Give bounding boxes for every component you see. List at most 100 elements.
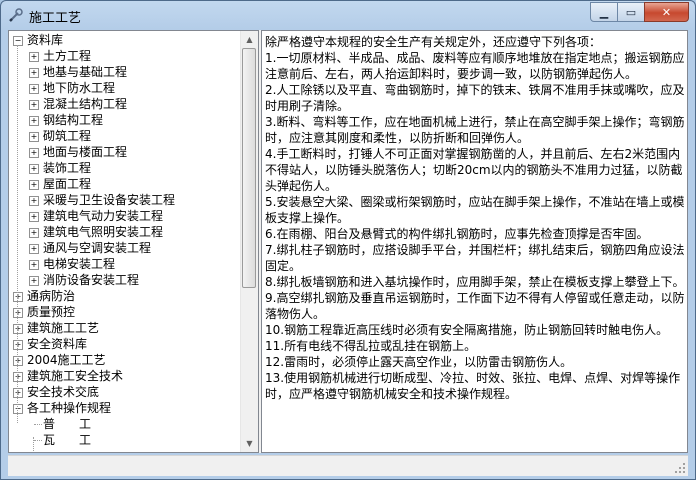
window-title: 施工工艺 (29, 11, 82, 26)
content-paragraph: 8.绑扎板墙钢筋和进入基坑操作时，应用脚手架，禁止在模板支撑上攀登上下。 (265, 275, 685, 289)
expand-icon[interactable]: + (13, 372, 23, 382)
tree-item[interactable]: + 钢结构工程 (9, 112, 241, 128)
tree-item[interactable]: + 安全技术交底 (9, 384, 241, 400)
content-paragraph: 10.钢筋工程靠近高压线时必须有安全隔离措施，防止钢筋回转时触电伤人。 (265, 323, 669, 337)
tree-item[interactable]: + 采暖与卫生设备安装工程 (9, 192, 241, 208)
tree-guide-line (33, 437, 34, 452)
tree-item[interactable]: + 建筑施工安全技术 (9, 368, 241, 384)
tree-item-label: 装饰工程 (43, 161, 92, 175)
expand-icon[interactable]: + (29, 148, 39, 158)
scroll-up-icon: ▲ (246, 35, 253, 44)
expand-icon[interactable]: + (13, 388, 23, 398)
expand-icon[interactable]: + (29, 132, 39, 142)
expand-icon[interactable]: + (29, 196, 39, 206)
tree-item[interactable]: + 砌筑工程 (9, 128, 241, 144)
tree-item[interactable]: + 消防设备安装工程 (9, 272, 241, 288)
tree-item[interactable]: 普 工 (9, 416, 241, 432)
tree-item[interactable]: + 安全资料库 (9, 336, 241, 352)
tree-guide-line (17, 45, 18, 423)
tree-item-label: 电梯安装工程 (43, 257, 116, 271)
tree-item[interactable]: + 装饰工程 (9, 160, 241, 176)
expand-icon[interactable]: + (29, 260, 39, 270)
expand-icon[interactable]: + (13, 340, 23, 350)
tree-item[interactable]: + 建筑电气动力安装工程 (9, 208, 241, 224)
tree-item-label: 瓦 工 (43, 433, 92, 447)
tree-item[interactable]: − 各工种操作规程 (9, 400, 241, 416)
expand-icon[interactable]: + (13, 356, 23, 366)
tree-item[interactable]: + 地基与基础工程 (9, 64, 241, 80)
maximize-button[interactable]: ▭ (617, 2, 645, 22)
tree-item-label: 各工种操作规程 (27, 401, 112, 415)
close-button[interactable]: ✕ (644, 2, 689, 22)
scroll-thumb[interactable] (242, 48, 256, 288)
content-text: 除严格遵守本规程的安全生产有关规定外，还应遵守下列各项： 1.一切原材料、半成品、… (265, 34, 685, 402)
content-paragraph: 3.断料、弯料等工作，应在地面机械上进行，禁止在高空脚手架上操作；弯钢筋时，应注… (265, 115, 685, 145)
expand-icon[interactable]: + (13, 324, 23, 334)
tree-item[interactable]: + 建筑电气照明安装工程 (9, 224, 241, 240)
content-paragraph: 12.雷雨时，必须停止露天高空作业，以防雷击钢筋伤人。 (265, 355, 573, 369)
tree-item[interactable]: + 通风与空调安装工程 (9, 240, 241, 256)
content-paragraph: 4.手工断料时，打锤人不可正面对掌握钢筋凿的人，并且前后、左右2米范围内不得站人… (265, 147, 683, 193)
expand-icon[interactable]: + (13, 292, 23, 302)
tree-item[interactable]: + 通病防治 (9, 288, 241, 304)
expand-icon[interactable]: + (29, 100, 39, 110)
expand-icon[interactable]: + (29, 276, 39, 286)
tree-item[interactable]: + 混凝土结构工程 (9, 96, 241, 112)
tree-item[interactable]: + 地下防水工程 (9, 80, 241, 96)
tree-item-label: 地基与基础工程 (43, 65, 128, 79)
tree-item-label: 安全资料库 (27, 337, 88, 351)
tree-connector (34, 440, 42, 441)
tree-item-label: 通风与空调安装工程 (43, 241, 152, 255)
content-paragraph: 11.所有电线不得乱拉或乱挂在钢筋上。 (265, 339, 477, 353)
tree-item[interactable]: + 电梯安装工程 (9, 256, 241, 272)
tree-scrollbar[interactable]: ▲ ▼ (240, 31, 258, 452)
minimize-icon: ▁ (599, 5, 609, 19)
expand-icon[interactable]: + (29, 244, 39, 254)
title-bar[interactable]: 施工工艺 ▁ ▭ ✕ (1, 1, 695, 29)
content-paragraph: 9.高空绑扎钢筋及垂直吊运钢筋时，工作面下边不得有人停留或任意走动，以防落物伤人… (265, 291, 685, 321)
tree-item-label: 通病防治 (27, 289, 76, 303)
tree-item[interactable]: + 地面与楼面工程 (9, 144, 241, 160)
client-area: − 资料库 + 土方工程 + 地基与基础工程 + 地下防水工程 + 混凝土结构工程 + 钢结构工程 + 砌… (8, 30, 688, 453)
tree-item-label: 地面与楼面工程 (43, 145, 128, 159)
expand-icon[interactable]: + (13, 308, 23, 318)
expand-icon[interactable]: + (29, 180, 39, 190)
tree-item-label: 屋面工程 (43, 177, 92, 191)
scroll-down-button[interactable]: ▼ (241, 435, 258, 452)
tree-item[interactable]: + 土方工程 (9, 48, 241, 64)
content-pane[interactable]: 除严格遵守本规程的安全生产有关规定外，还应遵守下列各项： 1.一切原材料、半成品、… (261, 30, 688, 453)
tree-item-label: 土方工程 (43, 49, 92, 63)
maximize-icon: ▭ (625, 5, 637, 19)
content-paragraph: 1.一切原材料、半成品、成品、废料等应有顺序地堆放在指定地点；搬运钢筋应注意前后… (265, 51, 685, 81)
expand-icon[interactable]: + (29, 84, 39, 94)
tree-item[interactable]: 瓦 工 (9, 432, 241, 448)
collapse-icon[interactable]: − (13, 36, 23, 46)
tree-connector (34, 424, 42, 425)
scroll-up-button[interactable]: ▲ (241, 31, 258, 48)
tree-item-label: 建筑电气动力安装工程 (43, 209, 164, 223)
close-icon: ✕ (661, 5, 672, 19)
expand-icon[interactable]: + (29, 52, 39, 62)
caption-buttons: ▁ ▭ ✕ (590, 2, 689, 22)
tree-item-label: 采暖与卫生设备安装工程 (43, 193, 176, 207)
content-intro: 除严格遵守本规程的安全生产有关规定外，还应遵守下列各项： (265, 35, 602, 49)
tree-item[interactable]: + 建筑施工工艺 (9, 320, 241, 336)
expand-icon[interactable]: + (29, 164, 39, 174)
expand-icon[interactable]: + (29, 116, 39, 126)
content-paragraph: 2.人工除锈以及平直、弯曲钢筋时，掉下的铁末、铁屑不准用手抹或嘴吹，应及时用刷子… (265, 83, 685, 113)
content-paragraph: 5.安装悬空大梁、圈梁或桁架钢筋时，应站在脚手架上操作，不准站在墙上或模板支撑上… (265, 195, 685, 225)
minimize-button[interactable]: ▁ (590, 2, 618, 22)
expand-icon[interactable]: + (29, 212, 39, 222)
tree-item-label: 建筑施工工艺 (27, 321, 100, 335)
tree-item[interactable]: − 资料库 (9, 32, 241, 48)
collapse-icon[interactable]: − (13, 404, 23, 414)
scroll-down-icon: ▼ (246, 439, 253, 448)
resize-grip-icon[interactable] (674, 462, 686, 474)
tree-item[interactable]: + 质量预控 (9, 304, 241, 320)
expand-icon[interactable]: + (29, 68, 39, 78)
expand-icon[interactable]: + (29, 228, 39, 238)
tree-view[interactable]: − 资料库 + 土方工程 + 地基与基础工程 + 地下防水工程 + 混凝土结构工程 + 钢结构工程 + 砌… (8, 30, 259, 453)
tree-item[interactable]: + 屋面工程 (9, 176, 241, 192)
tree-item[interactable]: +2004施工工艺 (9, 352, 241, 368)
tree-item-label: 资料库 (27, 33, 64, 47)
